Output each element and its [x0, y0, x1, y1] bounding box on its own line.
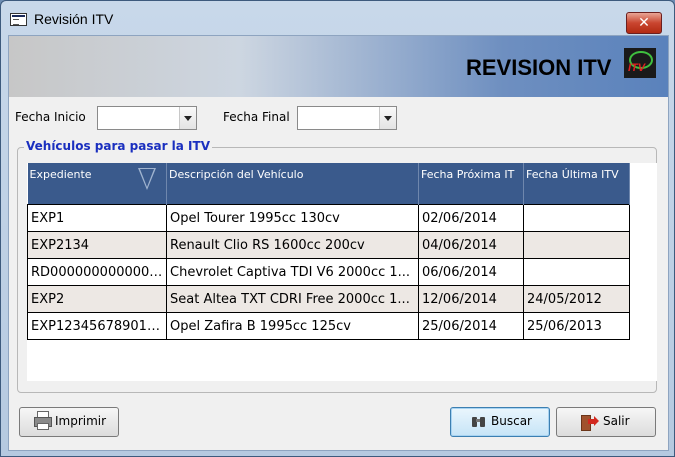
- exit-button[interactable]: Salir: [556, 407, 656, 437]
- search-button[interactable]: Buscar: [450, 407, 550, 437]
- table-row[interactable]: EXP1 Opel Tourer 1995cc 130cv 02/06/2014: [27, 204, 630, 232]
- table-row[interactable]: EXP2134 Renault Clio RS 1600cc 200cv 04/…: [27, 231, 630, 259]
- search-button-label: Buscar: [491, 414, 532, 428]
- app-icon: [10, 13, 27, 26]
- start-date-label: Fecha Inicio: [15, 110, 86, 124]
- cell-fecha-ultima[interactable]: [523, 231, 630, 259]
- table-row[interactable]: RD0000000000000... Chevrolet Captiva TDI…: [27, 258, 630, 286]
- cell-expediente[interactable]: EXP123456789012...: [27, 312, 167, 340]
- column-header-fecha-ultima[interactable]: Fecha Última ITV: [523, 163, 630, 205]
- banner-title: REVISION ITV: [466, 55, 612, 80]
- table-row[interactable]: EXP123456789012... Opel Zafira B 1995cc …: [27, 312, 630, 340]
- cell-descripcion[interactable]: Opel Tourer 1995cc 130cv: [166, 204, 419, 232]
- cell-expediente[interactable]: EXP2: [27, 285, 167, 313]
- column-header-expediente[interactable]: Expediente: [27, 163, 167, 205]
- cell-fecha-proxima[interactable]: 02/06/2014: [418, 204, 524, 232]
- cell-descripcion[interactable]: Opel Zafira B 1995cc 125cv: [166, 312, 419, 340]
- binoculars-icon: [472, 415, 486, 427]
- sort-desc-icon[interactable]: [137, 168, 156, 190]
- cell-descripcion[interactable]: Seat Altea TXT CDRI Free 2000cc 1...: [166, 285, 419, 313]
- cell-fecha-proxima[interactable]: 06/06/2014: [418, 258, 524, 286]
- exit-door-icon: [581, 415, 599, 431]
- end-date-combo[interactable]: [297, 106, 397, 130]
- cell-fecha-proxima[interactable]: 12/06/2014: [418, 285, 524, 313]
- chevron-down-icon[interactable]: [179, 107, 196, 129]
- client-area: REVISION ITV ITV Fecha Inicio Fecha Fina…: [8, 35, 669, 451]
- print-button-label: Imprimir: [55, 414, 107, 428]
- window-title: Revisión ITV: [34, 11, 114, 27]
- cell-fecha-ultima[interactable]: [523, 204, 630, 232]
- print-button[interactable]: Imprimir: [19, 407, 119, 437]
- exit-button-label: Salir: [603, 414, 630, 428]
- table-header-row: Expediente Descripción del Vehículo Fech…: [27, 163, 630, 205]
- cell-fecha-ultima[interactable]: 25/06/2013: [523, 312, 630, 340]
- close-button[interactable]: ✕: [626, 12, 662, 34]
- vehicles-group-title: Vehículos para pasar la ITV: [24, 139, 212, 153]
- table-row[interactable]: EXP2 Seat Altea TXT CDRI Free 2000cc 1..…: [27, 285, 630, 313]
- close-icon: ✕: [638, 15, 650, 31]
- column-header-fecha-proxima[interactable]: Fecha Próxima IT: [418, 163, 524, 205]
- printer-icon: [34, 411, 52, 430]
- logo-text: ITV: [628, 62, 646, 74]
- cell-expediente[interactable]: EXP1: [27, 204, 167, 232]
- banner: REVISION ITV ITV: [9, 36, 668, 97]
- title-bar[interactable]: Revisión ITV ✕: [1, 1, 674, 35]
- cell-expediente[interactable]: RD0000000000000...: [27, 258, 167, 286]
- cell-fecha-proxima[interactable]: 04/06/2014: [418, 231, 524, 259]
- start-date-combo[interactable]: [97, 106, 197, 130]
- itv-logo-icon: ITV: [624, 48, 656, 78]
- application-window: Revisión ITV ✕ REVISION ITV ITV Fecha In…: [0, 0, 675, 457]
- cell-expediente[interactable]: EXP2134: [27, 231, 167, 259]
- cell-fecha-proxima[interactable]: 25/06/2014: [418, 312, 524, 340]
- chevron-down-icon[interactable]: [379, 107, 396, 129]
- end-date-label: Fecha Final: [223, 110, 290, 124]
- cell-descripcion[interactable]: Renault Clio RS 1600cc 200cv: [166, 231, 419, 259]
- cell-descripcion[interactable]: Chevrolet Captiva TDI V6 2000cc 1...: [166, 258, 419, 286]
- cell-fecha-ultima[interactable]: [523, 258, 630, 286]
- cell-fecha-ultima[interactable]: 24/05/2012: [523, 285, 630, 313]
- vehicles-table: Expediente Descripción del Vehículo Fech…: [27, 163, 630, 340]
- column-header-descripcion[interactable]: Descripción del Vehículo: [166, 163, 419, 205]
